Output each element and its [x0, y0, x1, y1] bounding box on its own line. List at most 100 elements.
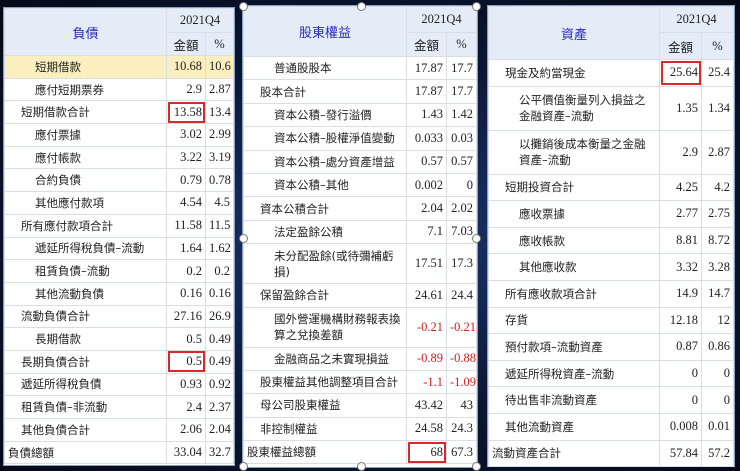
- pct-column-header: %: [446, 32, 477, 57]
- assets-panel: 資產 2021Q4 金額% 現金及約當現金 25.64 25.4 公平價值衡量列入損益之…: [487, 5, 735, 468]
- amount-cell: 24.58: [406, 416, 447, 442]
- row-label: 遞延所得稅負債: [4, 372, 167, 397]
- pct-cell: 0.16: [205, 281, 234, 306]
- amount-cell: 17.87: [406, 55, 447, 81]
- pct-cell: 24.3: [446, 416, 477, 442]
- pct-cell: 0: [701, 386, 734, 414]
- selection-handle[interactable]: [472, 462, 481, 471]
- row-label: 應付票據: [4, 123, 167, 147]
- amount-cell: 68: [406, 440, 447, 465]
- selection-handle[interactable]: [472, 234, 481, 243]
- amount-cell: 2.04: [406, 196, 447, 221]
- table-row: 流動資產合計 57.84 57.2: [488, 439, 734, 468]
- amount-column-header: 金額: [166, 32, 206, 56]
- amount-cell: 0.5: [166, 327, 206, 351]
- pct-cell: 0.92: [205, 372, 234, 397]
- row-label: 金融商品之未實現損益: [243, 346, 407, 371]
- pct-column-header: %: [701, 32, 734, 60]
- pct-cell: 43: [446, 393, 477, 418]
- pct-cell: -0.21: [446, 306, 477, 348]
- selection-handle[interactable]: [239, 462, 248, 471]
- table-row: 合約負債 0.79 0.78: [4, 168, 234, 193]
- row-label: 應付帳款: [4, 145, 167, 170]
- amount-cell: 0: [659, 359, 702, 388]
- row-label: 遞延所得稅負債–流動: [4, 236, 167, 261]
- row-label: 其他流動資產: [488, 412, 660, 441]
- pct-cell: 4.2: [701, 173, 734, 202]
- pct-cell: 0.78: [205, 168, 234, 193]
- table-row: 保留盈餘合計 24.61 24.4: [243, 283, 477, 308]
- pct-cell: -0.88: [446, 346, 477, 371]
- amount-cell: 17.87: [406, 79, 447, 104]
- liabilities-title: 負債: [4, 8, 167, 56]
- assets-table: 資產 2021Q4 金額% 現金及約當現金 25.64 25.4 公平價值衡量列入損益之…: [488, 6, 734, 468]
- table-row: 母公司股東權益 43.42 43: [243, 393, 477, 418]
- amount-cell: 25.64: [659, 59, 702, 87]
- pct-cell: 2.99: [205, 123, 234, 147]
- pct-cell: 0.01: [701, 412, 734, 441]
- pct-cell: 0.03: [446, 126, 477, 151]
- amount-cell: 0.79: [166, 168, 206, 193]
- amount-cell: 0.2: [166, 259, 206, 283]
- table-row: 其他負債合計 2.06 2.04: [4, 418, 234, 442]
- table-row: 短期借款合計 13.58 13.4: [4, 100, 234, 125]
- selection-handle[interactable]: [357, 462, 366, 471]
- row-label: 資本公積–股權淨值變動: [243, 126, 407, 151]
- pct-cell: 8.72: [701, 226, 734, 255]
- row-label: 流動負債合計: [4, 304, 167, 329]
- pct-cell: 13.4: [205, 100, 234, 125]
- amount-cell: 0.16: [166, 281, 206, 306]
- table-row: 其他應收款 3.32 3.28: [488, 253, 734, 281]
- row-label: 其他流動負債: [4, 281, 167, 306]
- pct-cell: 0: [446, 172, 477, 198]
- amount-cell: 7.1: [406, 219, 447, 245]
- table-row: 租賃負債–非流動 2.4 2.37: [4, 395, 234, 419]
- pct-cell: 2.37: [205, 395, 234, 419]
- table-row: 法定盈餘公積 7.1 7.03: [243, 219, 477, 245]
- row-label: 短期借款合計: [4, 100, 167, 125]
- table-row: 國外營運機構財務報表換算之兌換差額 -0.21 -0.21: [243, 306, 477, 348]
- amount-cell: 12.18: [659, 306, 702, 335]
- period-header: 2021Q4: [166, 8, 234, 33]
- amount-cell: 11.58: [166, 213, 206, 238]
- table-row: 長期負債合計 0.5 0.49: [4, 349, 234, 374]
- pct-cell: 11.5: [205, 213, 234, 238]
- amount-cell: 2.9: [166, 77, 206, 102]
- row-label: 預付款項–流動資產: [488, 333, 660, 361]
- table-row: 資本公積–發行溢價 1.43 1.42: [243, 102, 477, 128]
- pct-cell: 2.02: [446, 196, 477, 221]
- table-row: 長期借款 0.5 0.49: [4, 327, 234, 351]
- row-label: 母公司股東權益: [243, 393, 407, 418]
- table-row: 公平價值衡量列入損益之金融資產–流動 1.35 1.34: [488, 85, 734, 131]
- selection-handle[interactable]: [357, 2, 366, 11]
- selection-handle[interactable]: [472, 2, 481, 11]
- pct-cell: 2.87: [701, 129, 734, 175]
- amount-cell: 1.35: [659, 85, 702, 131]
- amount-cell: -0.21: [406, 306, 447, 348]
- row-label: 所有應付款項合計: [4, 213, 167, 238]
- table-row: 短期投資合計 4.25 4.2: [488, 173, 734, 202]
- row-label: 其他應收款: [488, 253, 660, 281]
- row-label: 負債總額: [4, 440, 167, 465]
- row-label: 法定盈餘公積: [243, 219, 407, 245]
- row-label: 現金及約當現金: [488, 59, 660, 87]
- table-row: 遞延所得稅負債–流動 1.64 1.62: [4, 236, 234, 261]
- table-row: 遞延所得稅資產–流動 0 0: [488, 359, 734, 388]
- table-row: 應付票據 3.02 2.99: [4, 123, 234, 147]
- row-label: 股東權益其他調整項目合計: [243, 369, 407, 395]
- amount-cell: 3.02: [166, 123, 206, 147]
- row-label: 長期負債合計: [4, 349, 167, 374]
- selection-handle[interactable]: [239, 2, 248, 11]
- amount-cell: 0.87: [659, 333, 702, 361]
- amount-cell: 2.4: [166, 395, 206, 419]
- pct-cell: 12: [701, 306, 734, 335]
- pct-cell: 26.9: [205, 304, 234, 329]
- table-row: 所有應收款項合計 14.9 14.7: [488, 279, 734, 308]
- selection-handle[interactable]: [239, 234, 248, 243]
- table-row: 應付短期票券 2.9 2.87: [4, 77, 234, 102]
- amount-cell: 24.61: [406, 283, 447, 308]
- row-label: 股本合計: [243, 79, 407, 104]
- amount-cell: 33.04: [166, 440, 206, 465]
- pct-cell: 1.62: [205, 236, 234, 261]
- row-label: 流動資產合計: [488, 439, 660, 468]
